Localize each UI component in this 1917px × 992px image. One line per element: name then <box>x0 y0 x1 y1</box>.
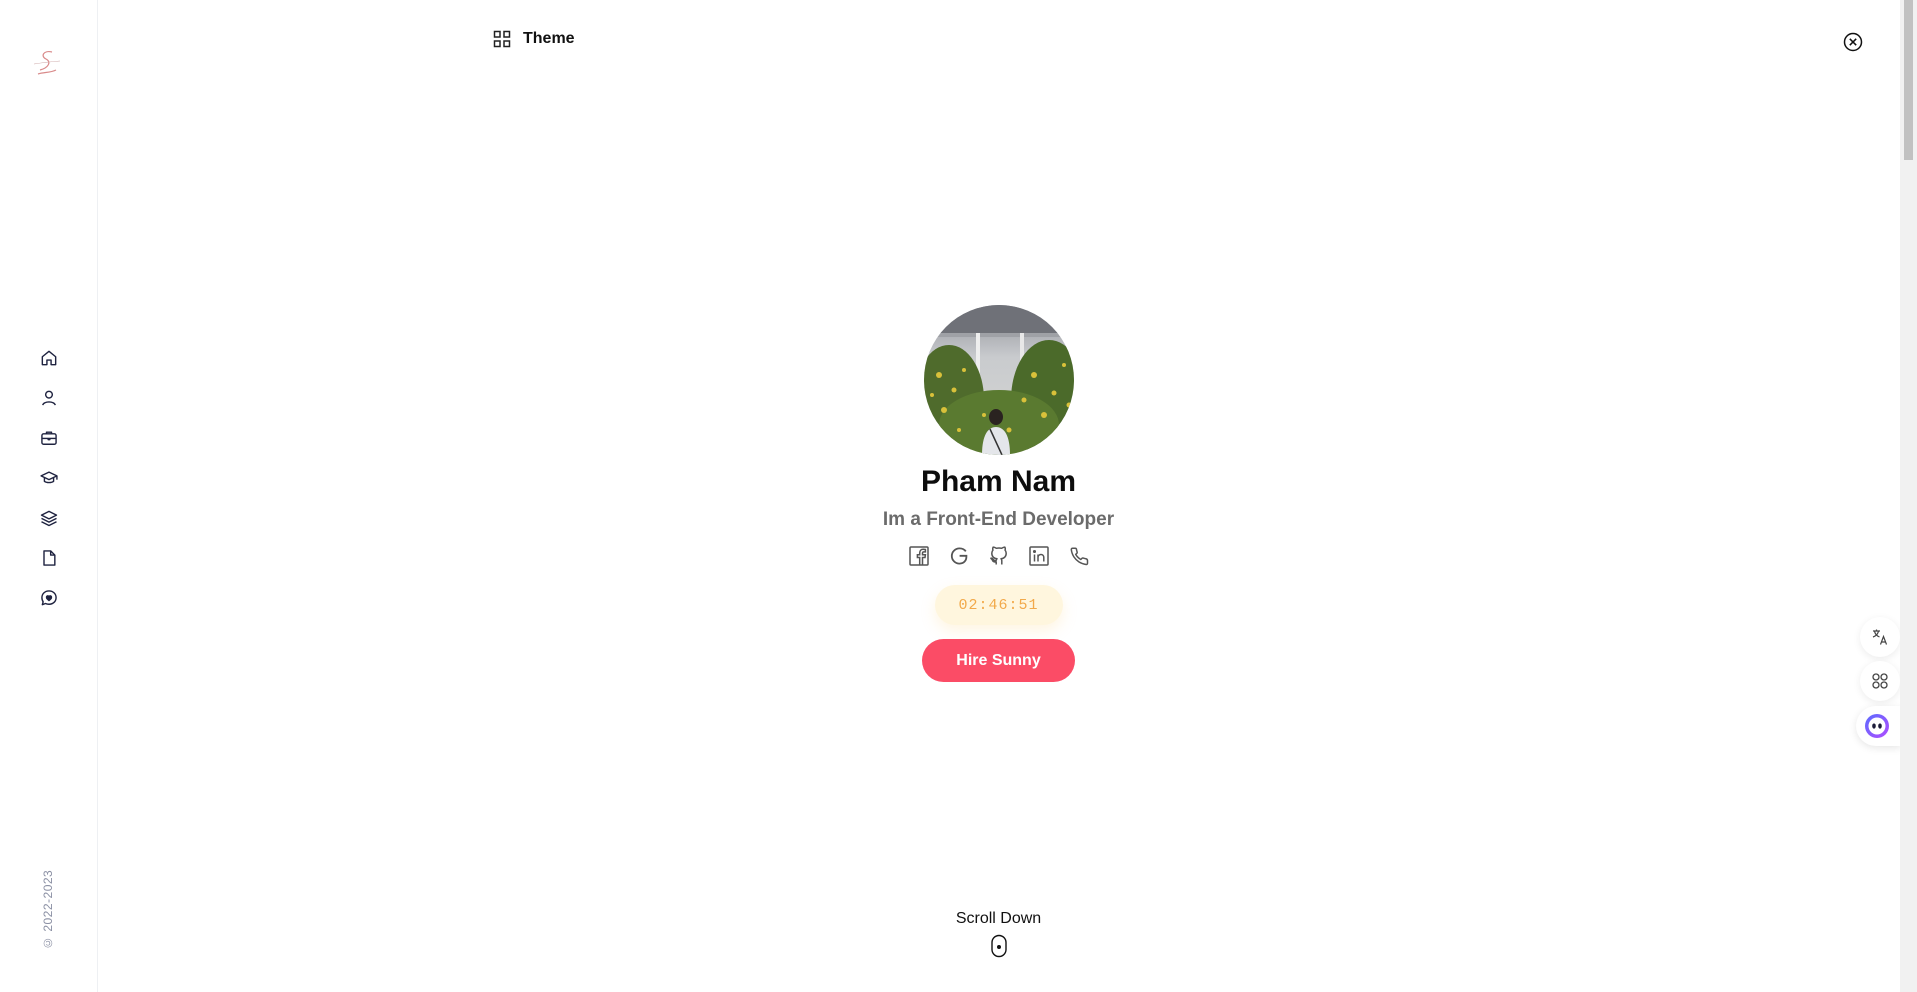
hire-button[interactable]: Hire Sunny <box>922 639 1075 682</box>
profile-photo <box>923 305 1074 455</box>
ai-assistant-button[interactable] <box>1856 706 1901 746</box>
phone-link[interactable] <box>1068 545 1090 567</box>
linkedin-link[interactable] <box>1028 545 1050 567</box>
facebook-icon <box>908 546 929 566</box>
sidebar-nav <box>0 338 98 618</box>
apps-button[interactable] <box>1860 661 1900 701</box>
linkedin-icon <box>1028 546 1049 566</box>
theme-toggle[interactable]: Theme <box>493 30 575 48</box>
scroll-down[interactable]: Scroll Down <box>98 910 1899 958</box>
scrollbar-thumb[interactable] <box>1904 0 1913 160</box>
grid-icon <box>493 30 511 48</box>
layers-icon <box>40 510 58 527</box>
nav-contact[interactable] <box>0 578 98 618</box>
graduation-cap-icon <box>40 471 58 484</box>
profile-role: Im a Front-End Developer <box>882 509 1115 530</box>
profile-name: Pham Nam <box>920 465 1077 498</box>
avatar <box>923 305 1074 455</box>
ai-assistant-icon <box>1865 714 1889 738</box>
nav-about[interactable] <box>0 378 98 418</box>
scroll-down-label: Scroll Down <box>955 910 1042 927</box>
home-icon <box>41 350 57 366</box>
phone-icon <box>1070 547 1088 566</box>
social-links <box>908 545 1090 567</box>
google-icon <box>950 547 967 565</box>
chat-heart-icon <box>41 590 57 606</box>
briefcase-icon <box>41 431 57 445</box>
clock: 02:46:51 <box>934 585 1063 625</box>
hero: Pham Nam Im a Front-End Developer 02:46:… <box>98 305 1899 682</box>
copyright: © 2022-2023 <box>41 869 55 951</box>
github-link[interactable] <box>988 545 1010 567</box>
translate-icon <box>1872 629 1888 645</box>
logo[interactable] <box>30 46 66 82</box>
signature-logo-icon <box>33 51 61 75</box>
close-button[interactable] <box>1843 32 1863 52</box>
google-link[interactable] <box>948 545 970 567</box>
github-icon <box>989 546 1007 565</box>
nav-education[interactable] <box>0 458 98 498</box>
nav-experience[interactable] <box>0 418 98 458</box>
nav-skills[interactable] <box>0 498 98 538</box>
page-scrollbar[interactable] <box>1900 0 1917 992</box>
theme-label: Theme <box>523 30 575 47</box>
sidebar: © 2022-2023 <box>0 0 98 992</box>
apps-grid-icon <box>1872 673 1888 689</box>
nav-resume[interactable] <box>0 538 98 578</box>
mouse-icon <box>990 934 1007 958</box>
document-icon <box>43 550 56 566</box>
user-icon <box>42 390 56 406</box>
nav-home[interactable] <box>0 338 98 378</box>
translate-button[interactable] <box>1860 617 1900 657</box>
facebook-link[interactable] <box>908 545 930 567</box>
close-icon <box>1843 32 1863 52</box>
